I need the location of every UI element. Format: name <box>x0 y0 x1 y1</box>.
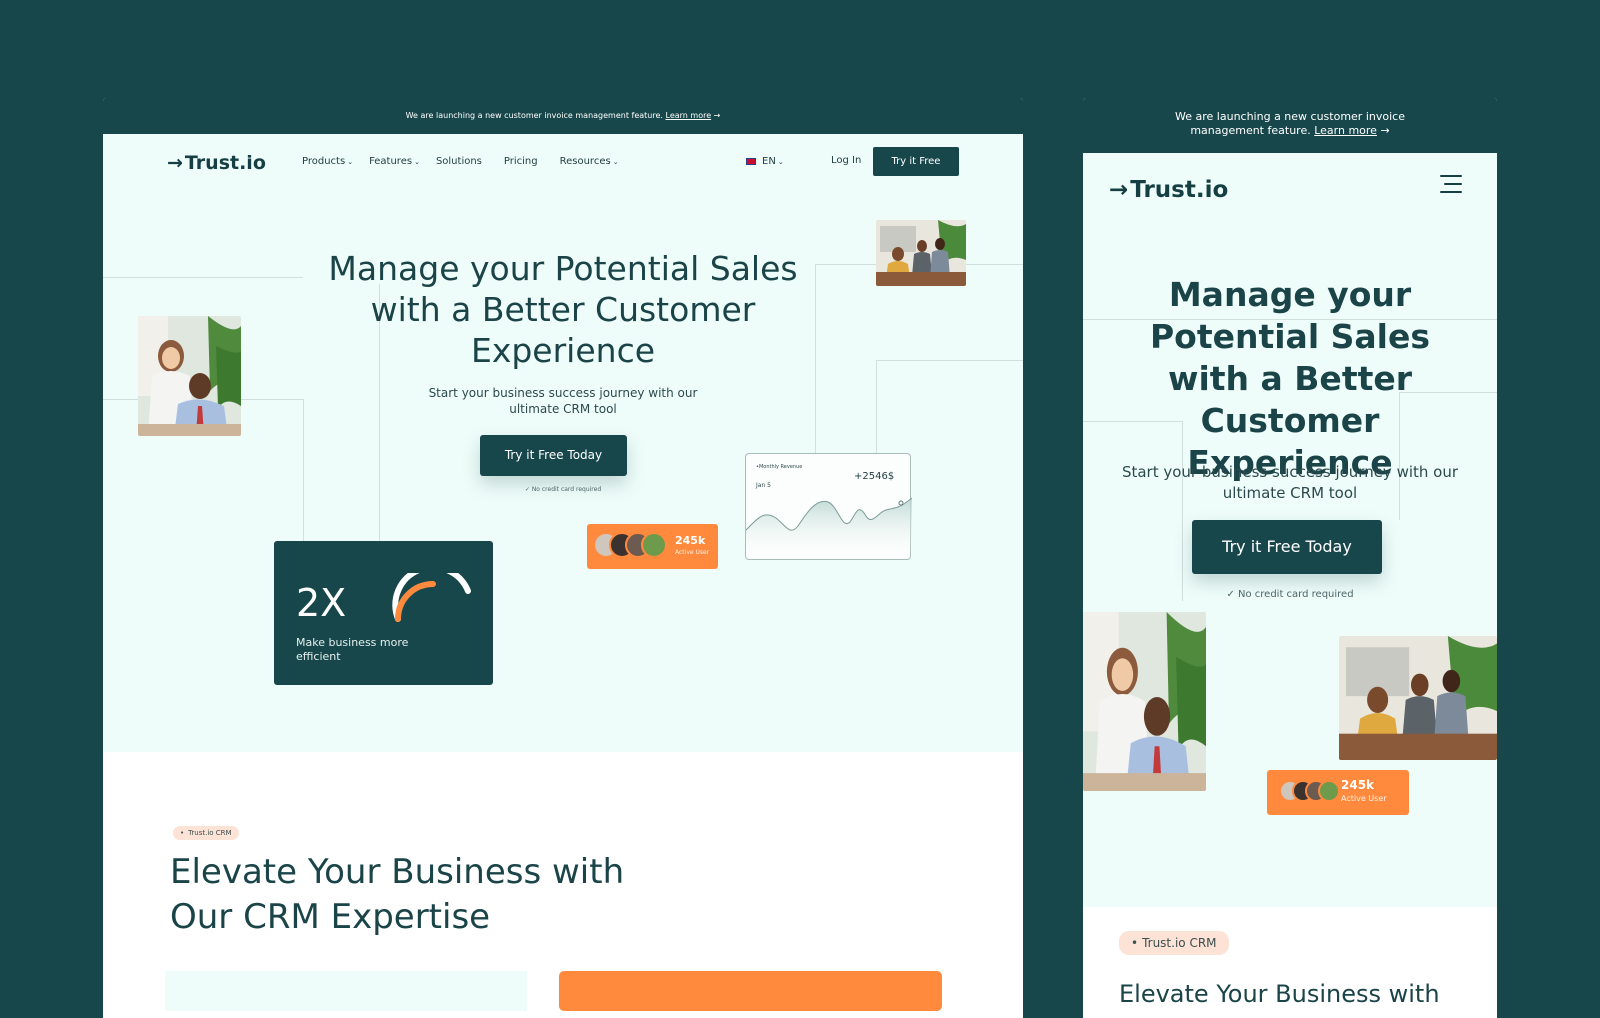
crm-section: Trust.io CRM Elevate Your Business with … <box>103 752 1023 1018</box>
check-icon: ✓ <box>524 486 530 493</box>
no-credit-card-text: No credit card required <box>1238 589 1354 600</box>
try-free-today-button[interactable]: Try it Free Today <box>1192 520 1382 574</box>
chevron-down-icon: ⌄ <box>777 158 784 166</box>
banner-text: We are launching a new customer invoice … <box>405 111 663 120</box>
banner-learn-more-link[interactable]: Learn more <box>1314 124 1377 137</box>
section-title: Elevate Your Business with Our CRM Exper… <box>170 852 625 937</box>
logo-text: Trust.io <box>184 152 266 174</box>
hero-subtitle: Start your business success journey with… <box>1121 463 1459 502</box>
navbar: →Trust.io <box>1083 153 1497 211</box>
arrow-right-icon: → <box>713 111 721 120</box>
nav-item-label: Features <box>369 156 413 167</box>
chevron-down-icon: ⌄ <box>612 158 619 166</box>
logo[interactable]: →Trust.io <box>167 152 266 174</box>
announcement-banner: We are launching a new customer invoice … <box>1083 98 1497 153</box>
hamburger-line <box>1444 183 1462 185</box>
nav-item-pricing[interactable]: Pricing <box>504 156 538 167</box>
section-title: Elevate Your Business with <box>1119 980 1440 1008</box>
active-users-badge: 245k Active User <box>1267 770 1409 815</box>
crm-section: Trust.io CRM Elevate Your Business with <box>1083 907 1497 1018</box>
nav-item-products[interactable]: Products ⌄ <box>302 156 353 167</box>
revenue-label: •Monthly Revenue <box>756 464 803 470</box>
avatar <box>1318 780 1340 802</box>
active-users-count: 245k <box>675 534 706 547</box>
team-photo-woman-man <box>138 316 241 436</box>
language-code: EN <box>762 156 776 167</box>
announcement-banner: We are launching a new customer invoice … <box>103 98 1023 134</box>
navbar: → Trust.io Products ⌄ Features ⌄ Solutions … <box>103 134 1023 192</box>
stat-value: 2X <box>296 581 347 625</box>
avatar-stack <box>593 532 673 560</box>
hero-subtitle: Start your business success journey with… <box>428 386 698 416</box>
active-users-badge: 245k Active User <box>587 524 718 569</box>
avatar <box>641 532 667 558</box>
efficiency-stat-card: 2X Make business more efficient <box>274 541 493 685</box>
check-icon: ✓ <box>1226 589 1235 600</box>
no-credit-card-text: No credit card required <box>531 486 602 493</box>
hero-title: Manage your Potential Sales with a Bette… <box>1149 275 1431 482</box>
logo-text: Trust.io <box>1130 177 1229 203</box>
hamburger-icon[interactable] <box>1440 175 1462 193</box>
banner-learn-more-link[interactable]: Learn more <box>666 111 712 120</box>
team-photo-woman-man <box>1083 612 1206 791</box>
nav-item-label: Resources <box>559 156 611 167</box>
section-tag: Trust.io CRM <box>1119 931 1229 955</box>
chevron-down-icon: ⌄ <box>347 158 354 166</box>
desktop-preview: We are launching a new customer invoice … <box>103 98 1023 1018</box>
active-users-label: Active User <box>1341 794 1387 803</box>
nav-item-features[interactable]: Features ⌄ <box>369 156 420 167</box>
active-users-count: 245k <box>1341 778 1375 792</box>
no-credit-card-note: ✓ No credit card required <box>1083 589 1497 600</box>
language-selector[interactable]: EN ⌄ <box>746 156 784 167</box>
uk-flag-icon <box>746 158 756 165</box>
nav-item-solutions[interactable]: Solutions <box>436 156 482 167</box>
logo-arrow-icon: → <box>1109 177 1129 203</box>
main-menu: Products ⌄ Features ⌄ Solutions Pricing Re… <box>302 156 619 167</box>
active-users-label: Active User <box>675 549 710 556</box>
feature-card <box>165 971 527 1011</box>
hamburger-line <box>1440 175 1462 177</box>
arrow-right-icon: → <box>1380 124 1390 137</box>
team-photo-meeting <box>1339 636 1497 760</box>
hero-section: → Trust.io Products ⌄ Features ⌄ Solutions … <box>103 134 1023 752</box>
chevron-down-icon: ⌄ <box>414 158 420 166</box>
try-free-button[interactable]: Try it Free <box>873 147 959 176</box>
try-free-today-button[interactable]: Try it Free Today <box>480 435 627 476</box>
feature-card-accent <box>559 971 942 1011</box>
stat-label: Make business more efficient <box>296 636 409 663</box>
monthly-revenue-card: •Monthly Revenue Jan 5 +2546$ <box>745 453 912 560</box>
hero-section: →Trust.io Manage your Potential Sales wi… <box>1083 153 1497 907</box>
mobile-preview: We are launching a new customer invoice … <box>1083 98 1497 1018</box>
gauge-chart <box>392 573 471 622</box>
logo[interactable]: →Trust.io <box>1109 177 1228 203</box>
revenue-value: +2546$ <box>854 471 895 482</box>
revenue-sparkline <box>746 497 912 560</box>
nav-item-label: Products <box>302 156 346 167</box>
hamburger-line <box>1440 191 1462 193</box>
nav-item-resources[interactable]: Resources ⌄ <box>560 156 619 167</box>
logo-arrow-icon: → <box>167 152 183 174</box>
team-photo-meeting <box>876 220 966 286</box>
section-tag: Trust.io CRM <box>173 826 239 840</box>
login-link[interactable]: Log In <box>831 155 861 166</box>
